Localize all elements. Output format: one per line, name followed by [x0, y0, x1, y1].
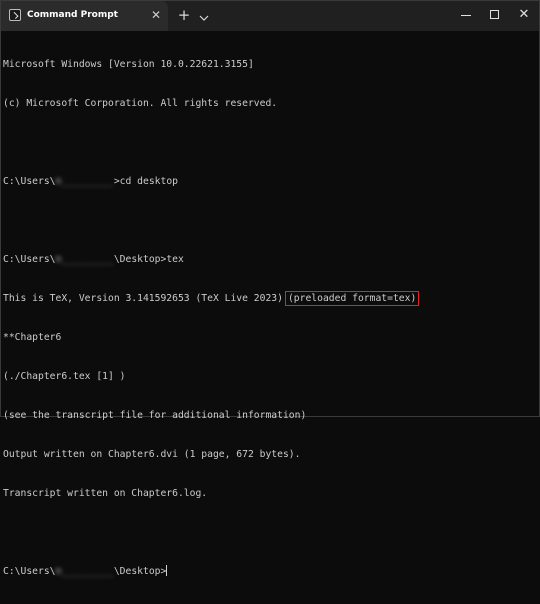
prompt-path: C:\Users\ [3, 566, 56, 577]
console-line: **Chapter6 [3, 332, 62, 343]
console-line: Microsoft Windows [Version 10.0.22621.31… [3, 59, 254, 70]
close-icon: ✕ [518, 7, 530, 22]
prompt-path: C:\Users\ [3, 176, 56, 187]
redacted-username: m_________ [55, 566, 114, 577]
tab-dropdown-button[interactable] [198, 9, 210, 21]
console-line: (./Chapter6.tex [1] ) [3, 371, 126, 382]
prompt-line-tex: C:\Users\m_________\Desktop>tex [3, 253, 539, 266]
maximize-icon [490, 10, 499, 19]
tab-command-prompt[interactable]: Command Prompt ✕ [1, 1, 168, 31]
close-window-button[interactable]: ✕ [505, 1, 540, 31]
console-line: (c) Microsoft Corporation. All rights re… [3, 98, 278, 109]
redacted-username: m_________ [55, 254, 114, 265]
chevron-down-icon [199, 15, 209, 21]
prompt-command: \Desktop>tex [113, 254, 184, 265]
prompt-command: >cd desktop [113, 176, 178, 187]
command-prompt-window: Command Prompt ✕ + ✕ Microsoft Windows [… [0, 0, 540, 577]
console-line: Output written on Chapter6.dvi (1 page, … [3, 449, 301, 460]
prompt-line-current: C:\Users\m_________\Desktop> [3, 565, 539, 578]
tab-title: Command Prompt [27, 10, 118, 20]
console-line: (see the transcript file for additional … [3, 410, 307, 421]
prompt-line-cd: C:\Users\m_________>cd desktop [3, 175, 539, 188]
prompt-command: \Desktop> [113, 566, 167, 577]
console-output[interactable]: Microsoft Windows [Version 10.0.22621.31… [3, 32, 539, 577]
tab-close-icon[interactable]: ✕ [149, 8, 163, 22]
console-line: Transcript written on Chapter6.log. [3, 488, 208, 499]
minimize-icon [461, 15, 471, 16]
title-bar: Command Prompt ✕ + ✕ [1, 1, 539, 31]
highlighted-preloaded-format: (preloaded format=tex) [284, 291, 420, 306]
prompt-path: C:\Users\ [3, 254, 56, 265]
text-cursor [166, 565, 168, 576]
redacted-username: m_________ [55, 176, 114, 187]
terminal-icon [9, 9, 21, 21]
new-tab-button[interactable]: + [177, 7, 191, 23]
tex-version-line: This is TeX, Version 3.141592653 (TeX Li… [3, 291, 539, 306]
tex-version-text: This is TeX, Version 3.141592653 (TeX Li… [3, 293, 283, 304]
